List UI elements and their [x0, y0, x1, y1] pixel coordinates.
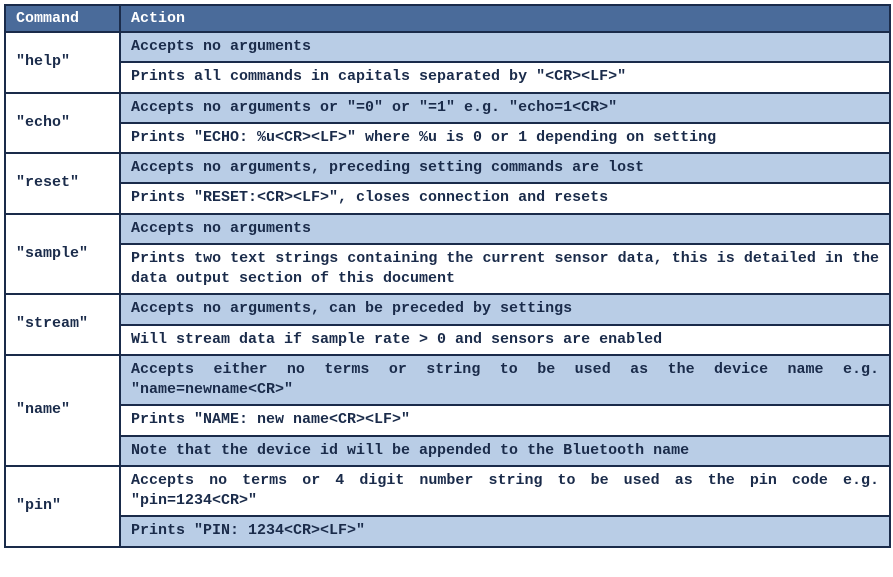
table-row: "echo"Accepts no arguments or "=0" or "=… [5, 93, 890, 123]
table-row: Prints all commands in capitals separate… [5, 62, 890, 92]
command-cell: "reset" [5, 153, 120, 214]
table-row: Prints "PIN: 1234<CR><LF>" [5, 516, 890, 546]
action-cell: Accepts no arguments [120, 214, 890, 244]
command-table: Command Action "help"Accepts no argument… [4, 4, 891, 548]
table-row: Prints two text strings containing the c… [5, 244, 890, 295]
table-row: Prints "RESET:<CR><LF>", closes connecti… [5, 183, 890, 213]
table-row: Note that the device id will be appended… [5, 436, 890, 466]
header-command: Command [5, 5, 120, 32]
action-cell: Prints all commands in capitals separate… [120, 62, 890, 92]
table-row: "help"Accepts no arguments [5, 32, 890, 62]
table-row: Will stream data if sample rate > 0 and … [5, 325, 890, 355]
action-cell: Accepts no terms or 4 digit number strin… [120, 466, 890, 517]
header-action: Action [120, 5, 890, 32]
table-row: "reset"Accepts no arguments, preceding s… [5, 153, 890, 183]
command-cell: "echo" [5, 93, 120, 154]
command-cell: "stream" [5, 294, 120, 355]
action-cell: Will stream data if sample rate > 0 and … [120, 325, 890, 355]
action-cell: Accepts either no terms or string to be … [120, 355, 890, 406]
command-cell: "pin" [5, 466, 120, 547]
action-cell: Prints two text strings containing the c… [120, 244, 890, 295]
action-cell: Prints "PIN: 1234<CR><LF>" [120, 516, 890, 546]
table-header-row: Command Action [5, 5, 890, 32]
table-row: Prints "NAME: new name<CR><LF>" [5, 405, 890, 435]
table-row: "name"Accepts either no terms or string … [5, 355, 890, 406]
action-cell: Accepts no arguments, preceding setting … [120, 153, 890, 183]
command-cell: "name" [5, 355, 120, 466]
table-row: "pin"Accepts no terms or 4 digit number … [5, 466, 890, 517]
action-cell: Accepts no arguments or "=0" or "=1" e.g… [120, 93, 890, 123]
command-cell: "sample" [5, 214, 120, 295]
action-cell: Note that the device id will be appended… [120, 436, 890, 466]
table-row: Prints "ECHO: %u<CR><LF>" where %u is 0 … [5, 123, 890, 153]
action-cell: Prints "ECHO: %u<CR><LF>" where %u is 0 … [120, 123, 890, 153]
command-cell: "help" [5, 32, 120, 93]
table-row: "stream"Accepts no arguments, can be pre… [5, 294, 890, 324]
action-cell: Prints "RESET:<CR><LF>", closes connecti… [120, 183, 890, 213]
table-row: "sample"Accepts no arguments [5, 214, 890, 244]
action-cell: Accepts no arguments, can be preceded by… [120, 294, 890, 324]
action-cell: Prints "NAME: new name<CR><LF>" [120, 405, 890, 435]
action-cell: Accepts no arguments [120, 32, 890, 62]
